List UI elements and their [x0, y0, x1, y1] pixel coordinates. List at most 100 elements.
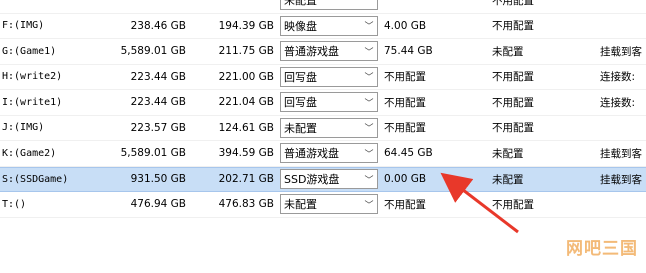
table-row[interactable]: I:(write1) 223.44 GB 221.04 GB 回写盘 ﹀ 不用配置… [0, 90, 646, 116]
extra-info: 挂载到客 [600, 173, 642, 186]
extra-info [600, 0, 646, 13]
free-size: 476.83 GB [218, 198, 274, 211]
cache-size: 4.00 GB [384, 19, 427, 32]
disk-type-cell: 映像盘 ﹀ [280, 14, 378, 39]
drive-name: I:(write1) [2, 96, 63, 108]
chevron-down-icon[interactable]: ﹀ [361, 195, 377, 213]
extra-info [600, 116, 646, 141]
disk-type-cell: 普通游戏盘 ﹀ [280, 141, 378, 166]
extra-info: 挂载到客 [600, 147, 642, 160]
disk-type-value: 普通游戏盘 [284, 45, 339, 59]
free-size: 221.00 GB [218, 70, 274, 83]
cache-size: 不用配置 [384, 96, 426, 109]
extra-info [600, 14, 646, 39]
total-size [100, 0, 186, 13]
total-size: 223.44 GB [130, 96, 186, 109]
drive-name: H:(write2) [2, 71, 63, 83]
disk-type-select[interactable]: 未配置 ﹀ [280, 0, 378, 11]
watermark-logo: 网吧三国 [566, 239, 638, 259]
drive-name: J:(IMG) [2, 122, 45, 134]
drive-name: T:() [2, 198, 27, 210]
drive-name: S:(SSDGame) [2, 173, 69, 185]
table-row[interactable]: J:(IMG) 223.57 GB 124.61 GB 未配置 ﹀ 不用配置 不用… [0, 116, 646, 141]
extra-info: 连接数: [600, 96, 636, 109]
total-size: 238.46 GB [130, 19, 186, 32]
config-status: 不用配置 [492, 20, 534, 33]
cache-size: 0.00 GB [384, 173, 427, 186]
chevron-down-icon[interactable]: ﹀ [361, 144, 377, 162]
cache-size: 不用配置 [384, 198, 426, 211]
chevron-down-icon[interactable]: ﹀ [361, 170, 377, 188]
free-size: 124.61 GB [218, 121, 274, 134]
chevron-down-icon[interactable]: ﹀ [361, 119, 377, 137]
disk-type-value: SSD游戏盘 [284, 173, 340, 187]
table-row[interactable]: T:() 476.94 GB 476.83 GB 未配置 ﹀ 不用配置 不用配置 [0, 192, 646, 218]
free-size: 221.04 GB [218, 96, 274, 109]
disk-type-value: 未配置 [284, 198, 317, 212]
config-status: 未配置 [492, 147, 524, 160]
disk-type-select[interactable]: 回写盘 ﹀ [280, 66, 378, 87]
disk-type-value: 回写盘 [284, 96, 317, 110]
disk-type-cell: SSD游戏盘 ﹀ [280, 168, 378, 192]
disk-type-select[interactable]: 未配置 ﹀ [280, 194, 378, 215]
free-size: 211.75 GB [218, 45, 274, 58]
free-size [200, 0, 274, 13]
disk-type-cell: 未配置 ﹀ [280, 192, 378, 217]
disk-type-cell: 未配置 ﹀ [280, 116, 378, 141]
chevron-down-icon[interactable]: ﹀ [361, 93, 377, 111]
free-size: 202.71 GB [218, 173, 274, 186]
disk-type-select[interactable]: 映像盘 ﹀ [280, 15, 378, 36]
cache-size: 不用配置 [384, 71, 426, 84]
table-row[interactable]: 未配置 ﹀ 不用配置 [0, 0, 646, 14]
config-status: 不用配置 [492, 0, 534, 7]
disk-type-value: 映像盘 [284, 19, 317, 33]
table-row[interactable]: K:(Game2) 5,589.01 GB 394.59 GB 普通游戏盘 ﹀ 6… [0, 141, 646, 167]
disk-type-value: 普通游戏盘 [284, 147, 339, 161]
free-size: 394.59 GB [218, 147, 274, 160]
disk-type-value: 未配置 [284, 121, 317, 135]
cache-size [384, 0, 480, 13]
disk-type-cell: 回写盘 ﹀ [280, 65, 378, 90]
drive-name: F:(IMG) [2, 20, 45, 32]
drive-table: 未配置 ﹀ 不用配置 F:(IMG) 238.46 GB 194.39 GB 映像… [0, 0, 646, 218]
chevron-down-icon[interactable]: ﹀ [361, 68, 377, 86]
disk-type-cell: 普通游戏盘 ﹀ [280, 39, 378, 64]
total-size: 5,589.01 GB [120, 147, 186, 160]
disk-type-value: 回写盘 [284, 70, 317, 84]
disk-type-cell: 回写盘 ﹀ [280, 90, 378, 115]
free-size: 194.39 GB [218, 19, 274, 32]
disk-type-select[interactable]: 回写盘 ﹀ [280, 92, 378, 113]
total-size: 931.50 GB [130, 173, 186, 186]
config-status: 不用配置 [492, 71, 534, 84]
chevron-down-icon[interactable]: ﹀ [361, 42, 377, 60]
total-size: 476.94 GB [130, 198, 186, 211]
total-size: 223.57 GB [130, 121, 186, 134]
config-status: 不用配置 [492, 96, 534, 109]
chevron-down-icon[interactable]: ﹀ [361, 0, 377, 9]
extra-info: 连接数: [600, 71, 636, 84]
disk-type-select[interactable]: 普通游戏盘 ﹀ [280, 143, 378, 164]
table-row[interactable]: G:(Game1) 5,589.01 GB 211.75 GB 普通游戏盘 ﹀ 7… [0, 39, 646, 65]
config-status: 不用配置 [492, 122, 534, 135]
table-row-selected[interactable]: S:(SSDGame) 931.50 GB 202.71 GB SSD游戏盘 ﹀ … [0, 166, 646, 192]
config-status: 未配置 [492, 45, 524, 58]
chevron-down-icon[interactable]: ﹀ [361, 17, 377, 35]
table-row[interactable]: H:(write2) 223.44 GB 221.00 GB 回写盘 ﹀ 不用配置… [0, 65, 646, 90]
disk-type-select[interactable]: SSD游戏盘 ﹀ [280, 169, 378, 190]
table-row[interactable]: F:(IMG) 238.46 GB 194.39 GB 映像盘 ﹀ 4.00 GB… [0, 14, 646, 39]
extra-info [600, 192, 646, 217]
disk-type-cell: 未配置 ﹀ [280, 0, 378, 13]
drive-name: K:(Game2) [2, 147, 57, 159]
cache-size: 75.44 GB [384, 45, 433, 58]
extra-info: 挂载到客 [600, 45, 642, 58]
disk-type-select[interactable]: 未配置 ﹀ [280, 117, 378, 138]
cache-size: 64.45 GB [384, 147, 433, 160]
disk-type-select[interactable]: 普通游戏盘 ﹀ [280, 41, 378, 62]
config-status: 未配置 [492, 173, 524, 186]
drive-name [2, 0, 102, 13]
total-size: 5,589.01 GB [120, 45, 186, 58]
total-size: 223.44 GB [130, 70, 186, 83]
cache-size: 不用配置 [384, 122, 426, 135]
drive-name: G:(Game1) [2, 45, 57, 57]
config-status: 不用配置 [492, 198, 534, 211]
